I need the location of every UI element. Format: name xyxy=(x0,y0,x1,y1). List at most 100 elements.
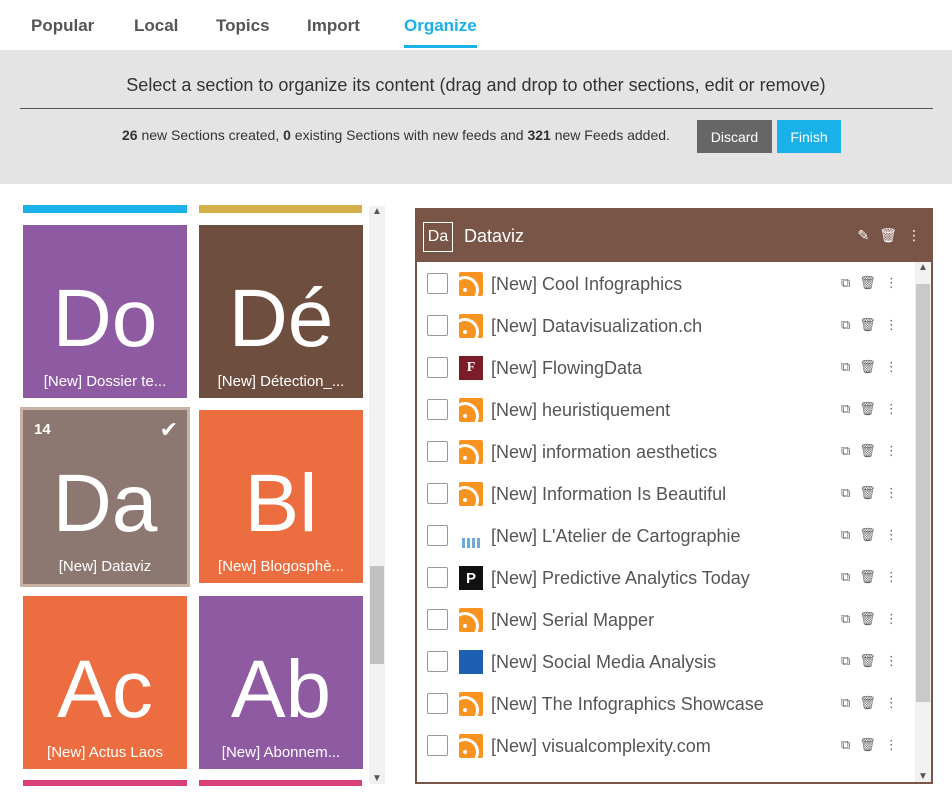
feed-actions: ⧉ 🗑 ⋮ xyxy=(841,653,898,669)
section-tile[interactable]: Do [New] Dossier te... xyxy=(23,225,187,398)
feed-row[interactable]: [New] Serial Mapper ⧉ 🗑 ⋮ xyxy=(417,598,913,640)
copy-icon[interactable]: ⧉ xyxy=(841,401,850,417)
feed-row[interactable]: P [New] Predictive Analytics Today ⧉ 🗑 ⋮ xyxy=(417,556,913,598)
copy-icon[interactable]: ⧉ xyxy=(841,611,850,627)
trash-icon[interactable]: 🗑 xyxy=(859,401,876,417)
feed-checkbox[interactable] xyxy=(427,693,448,714)
section-tile-selected[interactable]: 14 ✔ Da [New] Dataviz xyxy=(20,407,190,587)
trash-icon[interactable]: 🗑 xyxy=(859,359,876,375)
more-vert-icon[interactable]: ⋮ xyxy=(885,611,898,627)
grid-scroll-thumb[interactable] xyxy=(370,566,384,664)
grid-scrollbar[interactable]: ▲ ▼ xyxy=(369,206,385,784)
feed-actions: ⧉ 🗑 ⋮ xyxy=(841,401,898,417)
feed-checkbox[interactable] xyxy=(427,735,448,756)
feed-checkbox[interactable] xyxy=(427,609,448,630)
feed-row[interactable]: F [New] FlowingData ⧉ 🗑 ⋮ xyxy=(417,346,913,388)
trash-icon[interactable]: 🗑 xyxy=(859,485,876,501)
feed-row[interactable]: [New] The Infographics Showcase ⧉ 🗑 ⋮ xyxy=(417,682,913,724)
edit-icon[interactable]: ✎ xyxy=(857,227,869,244)
more-vert-icon[interactable]: ⋮ xyxy=(885,359,898,375)
feed-row[interactable]: [New] visualcomplexity.com ⧉ 🗑 ⋮ xyxy=(417,724,913,766)
feed-row[interactable]: [New] heuristiquement ⧉ 🗑 ⋮ xyxy=(417,388,913,430)
rss-icon xyxy=(459,608,483,632)
feed-checkbox[interactable] xyxy=(427,525,448,546)
section-tile[interactable]: Ab [New] Abonnem... xyxy=(199,596,363,769)
discard-button[interactable]: Discard xyxy=(697,120,772,153)
copy-icon[interactable]: ⧉ xyxy=(841,275,850,291)
feed-checkbox[interactable] xyxy=(427,651,448,672)
section-tile[interactable]: Bl [New] Blogosphè... xyxy=(199,410,363,583)
feed-row[interactable]: [New] Datavisualization.ch ⧉ 🗑 ⋮ xyxy=(417,304,913,346)
section-tile-partial[interactable] xyxy=(199,780,362,786)
feed-row[interactable]: [New] Social Media Analysis ⧉ 🗑 ⋮ xyxy=(417,640,913,682)
feed-checkbox[interactable] xyxy=(427,483,448,504)
more-vert-icon[interactable]: ⋮ xyxy=(885,737,898,753)
feed-actions: ⧉ 🗑 ⋮ xyxy=(841,737,898,753)
tab-import[interactable]: Import xyxy=(307,16,360,36)
feed-checkbox[interactable] xyxy=(427,273,448,294)
scroll-down-icon[interactable]: ▼ xyxy=(915,771,931,782)
more-vert-icon[interactable]: ⋮ xyxy=(885,695,898,711)
feed-scroll-thumb[interactable] xyxy=(916,284,930,702)
trash-icon[interactable]: 🗑 xyxy=(859,443,876,459)
tab-topics[interactable]: Topics xyxy=(216,16,270,36)
tab-organize[interactable]: Organize xyxy=(404,16,477,48)
trash-icon[interactable]: 🗑 xyxy=(879,227,897,244)
trash-icon[interactable]: 🗑 xyxy=(859,569,876,585)
trash-icon[interactable]: 🗑 xyxy=(859,611,876,627)
feed-name: [New] FlowingData xyxy=(491,358,643,378)
rss-icon xyxy=(459,734,483,758)
trash-icon[interactable]: 🗑 xyxy=(859,317,876,333)
more-vert-icon[interactable]: ⋮ xyxy=(885,443,898,459)
feed-row[interactable]: [New] information aesthetics ⧉ 🗑 ⋮ xyxy=(417,430,913,472)
section-tile[interactable]: Dé [New] Détection_... xyxy=(199,225,363,398)
trash-icon[interactable]: 🗑 xyxy=(859,527,876,543)
section-tile-partial[interactable] xyxy=(23,780,187,786)
more-vert-icon[interactable]: ⋮ xyxy=(885,569,898,585)
scroll-up-icon[interactable]: ▲ xyxy=(369,206,385,217)
feed-checkbox[interactable] xyxy=(427,567,448,588)
feed-actions: ⧉ 🗑 ⋮ xyxy=(841,443,898,459)
more-vert-icon[interactable]: ⋮ xyxy=(885,527,898,543)
more-vert-icon[interactable]: ⋮ xyxy=(907,227,921,244)
copy-icon[interactable]: ⧉ xyxy=(841,359,850,375)
feed-checkbox[interactable] xyxy=(427,399,448,420)
trash-icon[interactable]: 🗑 xyxy=(859,653,876,669)
copy-icon[interactable]: ⧉ xyxy=(841,569,850,585)
copy-icon[interactable]: ⧉ xyxy=(841,653,850,669)
feed-scrollbar[interactable]: ▲ ▼ xyxy=(915,262,931,782)
feed-checkbox[interactable] xyxy=(427,441,448,462)
trash-icon[interactable]: 🗑 xyxy=(859,695,876,711)
feed-checkbox[interactable] xyxy=(427,315,448,336)
copy-icon[interactable]: ⧉ xyxy=(841,317,850,333)
panel-actions: ✎ 🗑 ⋮ xyxy=(857,227,921,244)
trash-icon[interactable]: 🗑 xyxy=(859,737,876,753)
copy-icon[interactable]: ⧉ xyxy=(841,737,850,753)
section-tile-partial[interactable] xyxy=(23,205,187,213)
scroll-up-icon[interactable]: ▲ xyxy=(915,262,931,273)
nav-tabs: Popular Local Topics Import Organize xyxy=(0,0,952,50)
copy-icon[interactable]: ⧉ xyxy=(841,527,850,543)
tab-local[interactable]: Local xyxy=(134,16,178,36)
section-detail-panel: Da Dataviz ✎ 🗑 ⋮ [New] Cool Infographics… xyxy=(415,208,933,784)
more-vert-icon[interactable]: ⋮ xyxy=(885,317,898,333)
feed-row[interactable]: [New] L'Atelier de Cartographie ⧉ 🗑 ⋮ xyxy=(417,514,913,556)
copy-icon[interactable]: ⧉ xyxy=(841,485,850,501)
scroll-down-icon[interactable]: ▼ xyxy=(369,773,385,784)
copy-icon[interactable]: ⧉ xyxy=(841,443,850,459)
finish-button[interactable]: Finish xyxy=(777,120,841,153)
trash-icon[interactable]: 🗑 xyxy=(859,275,876,291)
more-vert-icon[interactable]: ⋮ xyxy=(885,275,898,291)
section-tile-partial[interactable] xyxy=(199,205,362,213)
feed-actions: ⧉ 🗑 ⋮ xyxy=(841,611,898,627)
more-vert-icon[interactable]: ⋮ xyxy=(885,401,898,417)
feed-row[interactable]: [New] Cool Infographics ⧉ 🗑 ⋮ xyxy=(417,262,913,304)
copy-icon[interactable]: ⧉ xyxy=(841,695,850,711)
feed-row[interactable]: [New] Information Is Beautiful ⧉ 🗑 ⋮ xyxy=(417,472,913,514)
feed-checkbox[interactable] xyxy=(427,357,448,378)
more-vert-icon[interactable]: ⋮ xyxy=(885,485,898,501)
section-title: Dataviz xyxy=(464,226,525,246)
more-vert-icon[interactable]: ⋮ xyxy=(885,653,898,669)
section-tile[interactable]: Ac [New] Actus Laos xyxy=(23,596,187,769)
tab-popular[interactable]: Popular xyxy=(31,16,94,36)
